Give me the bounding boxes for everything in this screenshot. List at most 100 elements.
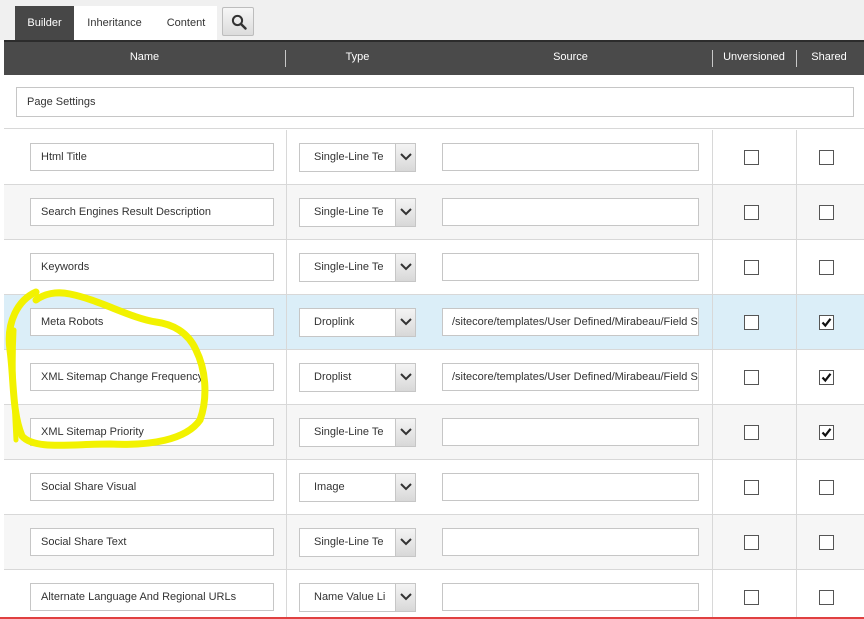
field-row: Keywords Single-Line Te bbox=[4, 240, 864, 295]
dropdown-button[interactable] bbox=[395, 474, 415, 501]
chevron-down-icon bbox=[400, 373, 412, 381]
column-header-shared[interactable]: Shared bbox=[797, 42, 861, 75]
field-source-input[interactable] bbox=[442, 143, 699, 171]
field-name-input[interactable]: Alternate Language And Regional URLs bbox=[30, 583, 274, 611]
field-name-input[interactable]: Social Share Text bbox=[30, 528, 274, 556]
cell-divider bbox=[712, 570, 713, 619]
field-source-input[interactable] bbox=[442, 418, 699, 446]
field-source-input[interactable] bbox=[442, 198, 699, 226]
field-row: XML Sitemap Priority Single-Line Te bbox=[4, 405, 864, 460]
chevron-down-icon bbox=[400, 428, 412, 436]
tab-builder[interactable]: Builder bbox=[15, 6, 74, 40]
field-type-select[interactable]: Single-Line Te bbox=[299, 418, 416, 447]
unversioned-checkbox[interactable] bbox=[744, 590, 759, 605]
cell-divider bbox=[712, 350, 713, 405]
field-source-input[interactable] bbox=[442, 583, 699, 611]
field-type-value: Single-Line Te bbox=[314, 206, 384, 218]
field-row: Html Title Single-Line Te bbox=[4, 130, 864, 185]
field-type-value: Single-Line Te bbox=[314, 536, 384, 548]
field-source-input[interactable]: /sitecore/templates/User Defined/Mirabea… bbox=[442, 363, 699, 391]
chevron-down-icon bbox=[400, 318, 412, 326]
field-name-input[interactable]: Meta Robots bbox=[30, 308, 274, 336]
cell-divider bbox=[286, 240, 287, 295]
field-name-input[interactable]: Keywords bbox=[30, 253, 274, 281]
field-name-input[interactable]: Social Share Visual bbox=[30, 473, 274, 501]
unversioned-checkbox[interactable] bbox=[744, 205, 759, 220]
tab-bar: Builder Inheritance Content bbox=[0, 0, 864, 40]
search-icon bbox=[231, 14, 247, 30]
chevron-down-icon bbox=[400, 483, 412, 491]
shared-checkbox[interactable] bbox=[819, 590, 834, 605]
shared-checkbox[interactable] bbox=[819, 315, 834, 330]
cell-divider bbox=[286, 295, 287, 350]
dropdown-button[interactable] bbox=[395, 584, 415, 611]
tab-inheritance[interactable]: Inheritance bbox=[74, 6, 155, 40]
cell-divider bbox=[286, 570, 287, 619]
chevron-down-icon bbox=[400, 263, 412, 271]
cell-divider bbox=[712, 405, 713, 460]
column-header-source[interactable]: Source bbox=[429, 42, 712, 75]
field-type-select[interactable]: Name Value Li bbox=[299, 583, 416, 612]
shared-checkbox[interactable] bbox=[819, 480, 834, 495]
shared-checkbox[interactable] bbox=[819, 205, 834, 220]
dropdown-button[interactable] bbox=[395, 199, 415, 226]
field-type-select[interactable]: Image bbox=[299, 473, 416, 502]
checkmark-icon bbox=[821, 428, 832, 438]
field-type-select[interactable]: Droplink bbox=[299, 308, 416, 337]
field-name-input[interactable]: XML Sitemap Change Frequency bbox=[30, 363, 274, 391]
field-source-input[interactable] bbox=[442, 528, 699, 556]
search-button[interactable] bbox=[222, 7, 254, 36]
unversioned-checkbox[interactable] bbox=[744, 315, 759, 330]
chevron-down-icon bbox=[400, 208, 412, 216]
unversioned-checkbox[interactable] bbox=[744, 535, 759, 550]
shared-checkbox[interactable] bbox=[819, 535, 834, 550]
tab-content[interactable]: Content bbox=[155, 6, 217, 40]
cell-divider bbox=[796, 295, 797, 350]
field-name-input[interactable]: XML Sitemap Priority bbox=[30, 418, 274, 446]
shared-checkbox[interactable] bbox=[819, 370, 834, 385]
dropdown-button[interactable] bbox=[395, 419, 415, 446]
cell-divider bbox=[286, 405, 287, 460]
shared-checkbox[interactable] bbox=[819, 425, 834, 440]
field-type-select[interactable]: Single-Line Te bbox=[299, 198, 416, 227]
field-type-value: Image bbox=[314, 481, 345, 493]
field-type-value: Single-Line Te bbox=[314, 261, 384, 273]
shared-checkbox[interactable] bbox=[819, 150, 834, 165]
shared-checkbox[interactable] bbox=[819, 260, 834, 275]
column-header-name[interactable]: Name bbox=[4, 42, 285, 75]
field-source-input[interactable]: /sitecore/templates/User Defined/Mirabea… bbox=[442, 308, 699, 336]
unversioned-checkbox[interactable] bbox=[744, 480, 759, 495]
section-name-input[interactable]: Page Settings bbox=[16, 87, 854, 117]
cell-divider bbox=[712, 295, 713, 350]
cell-divider bbox=[286, 185, 287, 240]
cell-divider bbox=[796, 350, 797, 405]
dropdown-button[interactable] bbox=[395, 529, 415, 556]
section-row: Page Settings bbox=[4, 75, 864, 129]
cell-divider bbox=[796, 460, 797, 515]
cell-divider bbox=[286, 350, 287, 405]
unversioned-checkbox[interactable] bbox=[744, 260, 759, 275]
field-source-input[interactable] bbox=[442, 253, 699, 281]
field-type-select[interactable]: Single-Line Te bbox=[299, 253, 416, 282]
field-row: Search Engines Result Description Single… bbox=[4, 185, 864, 240]
dropdown-button[interactable] bbox=[395, 254, 415, 281]
dropdown-button[interactable] bbox=[395, 309, 415, 336]
cell-divider bbox=[796, 515, 797, 570]
dropdown-button[interactable] bbox=[395, 364, 415, 391]
unversioned-checkbox[interactable] bbox=[744, 370, 759, 385]
unversioned-checkbox[interactable] bbox=[744, 425, 759, 440]
field-row: XML Sitemap Change Frequency Droplist /s… bbox=[4, 350, 864, 405]
field-type-value: Single-Line Te bbox=[314, 426, 384, 438]
field-name-input[interactable]: Search Engines Result Description bbox=[30, 198, 274, 226]
cell-divider bbox=[796, 185, 797, 240]
cell-divider bbox=[712, 185, 713, 240]
field-source-input[interactable] bbox=[442, 473, 699, 501]
unversioned-checkbox[interactable] bbox=[744, 150, 759, 165]
column-header-unversioned[interactable]: Unversioned bbox=[713, 42, 795, 75]
field-name-input[interactable]: Html Title bbox=[30, 143, 274, 171]
field-type-select[interactable]: Single-Line Te bbox=[299, 528, 416, 557]
dropdown-button[interactable] bbox=[395, 144, 415, 171]
field-type-select[interactable]: Single-Line Te bbox=[299, 143, 416, 172]
column-header-type[interactable]: Type bbox=[286, 42, 429, 75]
field-type-select[interactable]: Droplist bbox=[299, 363, 416, 392]
